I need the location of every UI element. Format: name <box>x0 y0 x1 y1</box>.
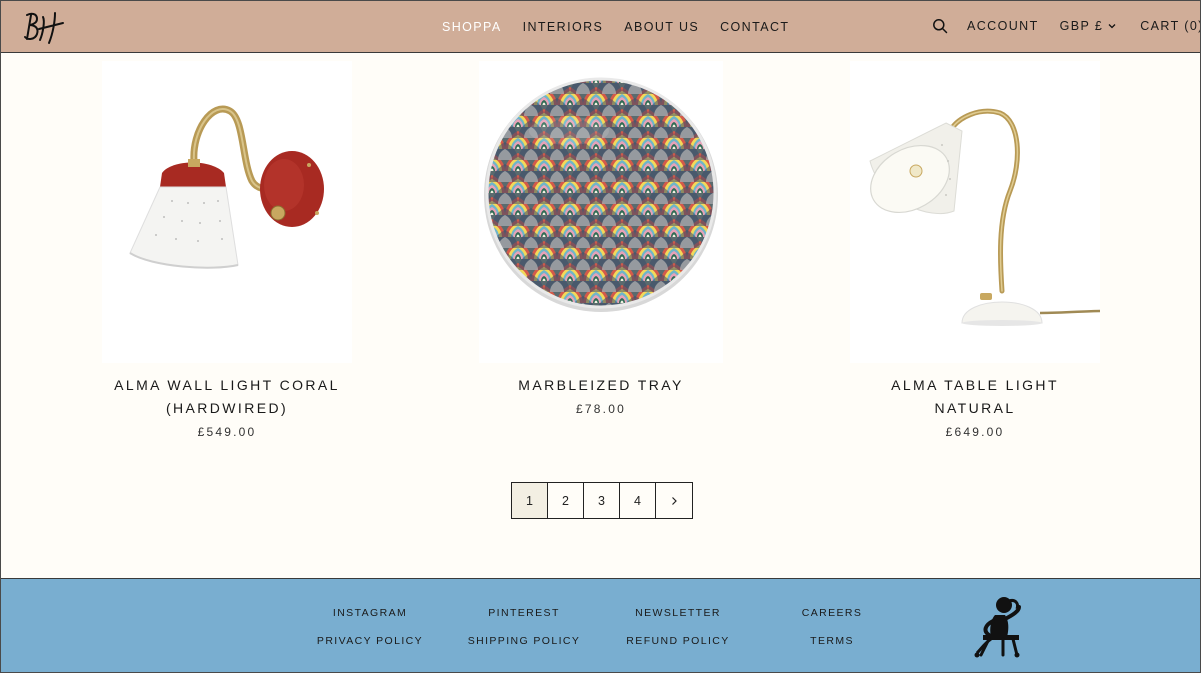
nav-contact[interactable]: CONTACT <box>720 20 789 34</box>
product-price: £549.00 <box>197 425 257 439</box>
chevron-down-icon <box>1108 24 1116 29</box>
footer-link-privacy-policy[interactable]: PRIVACY POLICY <box>317 635 423 647</box>
site-footer: INSTAGRAM PINTEREST NEWSLETTER CAREERS P… <box>1 578 1200 672</box>
footer-link-pinterest[interactable]: PINTEREST <box>488 607 560 619</box>
product-title[interactable]: ALMA TABLE LIGHT NATURAL <box>850 374 1100 420</box>
currency-label: GBP £ <box>1059 19 1104 33</box>
chevron-right-icon <box>672 496 677 505</box>
footer-link-shipping-policy[interactable]: SHIPPING POLICY <box>468 635 581 647</box>
product-title-line2: NATURAL <box>934 400 1016 416</box>
footer-link-careers[interactable]: CAREERS <box>802 607 863 619</box>
page-frame: SHOPPA INTERIORS ABOUT US CONTACT ACCOUN… <box>0 0 1201 673</box>
product-title-line1: MARBLEIZED TRAY <box>518 377 684 393</box>
account-link[interactable]: ACCOUNT <box>967 19 1039 33</box>
page-4-button[interactable]: 4 <box>620 483 656 518</box>
footer-link-refund-policy[interactable]: REFUND POLICY <box>626 635 729 647</box>
product-image-tray[interactable] <box>479 61 723 363</box>
search-icon[interactable] <box>932 18 948 34</box>
footer-link-terms[interactable]: TERMS <box>810 635 854 647</box>
page-1-button[interactable]: 1 <box>512 483 548 518</box>
nav-interiors[interactable]: INTERIORS <box>523 20 604 34</box>
currency-selector[interactable]: GBP £ <box>1060 19 1118 33</box>
product-image-table-light[interactable] <box>850 61 1100 363</box>
nav-shoppa[interactable]: SHOPPA <box>442 20 502 34</box>
page-2-button[interactable]: 2 <box>548 483 584 518</box>
utility-nav: ACCOUNT GBP £ CART (0) <box>932 18 1200 34</box>
main-nav: SHOPPA INTERIORS ABOUT US CONTACT <box>442 20 789 34</box>
nav-about-us[interactable]: ABOUT US <box>624 20 699 34</box>
next-page-button[interactable] <box>656 483 692 518</box>
logo-mark <box>24 12 64 44</box>
cart-link[interactable]: CART (0) <box>1140 19 1200 33</box>
pagination: 1 2 3 4 <box>511 482 693 519</box>
product-title[interactable]: MARBLEIZED TRAY <box>476 374 726 397</box>
brand-logo[interactable] <box>21 7 67 47</box>
site-header: SHOPPA INTERIORS ABOUT US CONTACT ACCOUN… <box>1 1 1200 53</box>
product-image-wall-light[interactable] <box>102 61 352 363</box>
footer-link-instagram[interactable]: INSTAGRAM <box>333 607 407 619</box>
footer-link-newsletter[interactable]: NEWSLETTER <box>635 607 721 619</box>
product-title-line1: ALMA TABLE LIGHT <box>891 377 1059 393</box>
page-3-button[interactable]: 3 <box>584 483 620 518</box>
product-price: £78.00 <box>576 402 626 416</box>
product-title-line1: ALMA WALL LIGHT CORAL <box>114 377 340 393</box>
product-title-line2: (HARDWIRED) <box>165 400 289 416</box>
product-price: £649.00 <box>945 425 1005 439</box>
mascot-illustration <box>969 595 1031 659</box>
product-title[interactable]: ALMA WALL LIGHT CORAL (HARDWIRED) <box>102 374 352 420</box>
